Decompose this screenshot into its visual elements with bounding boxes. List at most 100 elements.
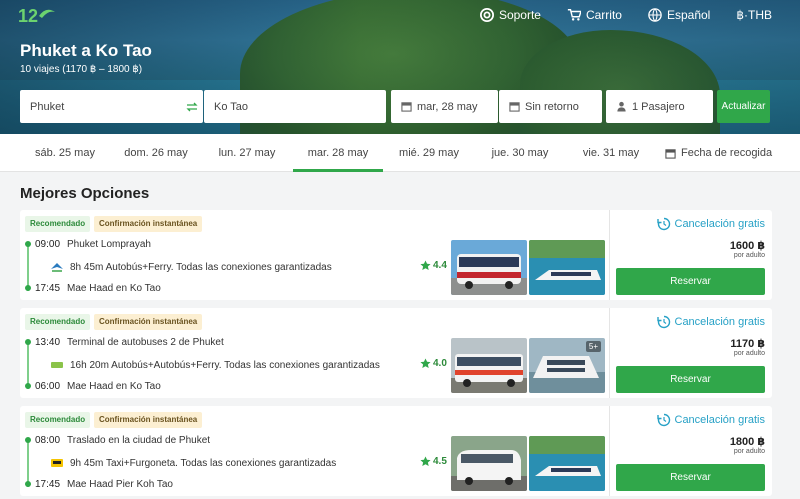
duration: 8h 45m Autobús+Ferry. Todas las conexion… bbox=[50, 261, 332, 273]
timeline-line bbox=[27, 439, 29, 487]
rating: 4.4 bbox=[420, 260, 447, 271]
result-booking: Cancelación gratis 1600 ฿ por adulto Res… bbox=[611, 210, 772, 300]
van-photo[interactable] bbox=[451, 436, 527, 491]
pickup-date-button[interactable]: Fecha de recogida bbox=[665, 134, 772, 172]
date-tab[interactable]: dom. 26 may bbox=[111, 134, 201, 172]
arrive-place: Mae Haad en Ko Tao bbox=[67, 283, 161, 294]
refund-icon bbox=[656, 315, 670, 329]
timeline-line bbox=[27, 243, 29, 291]
date-tab[interactable]: mié. 29 may bbox=[384, 134, 474, 172]
instant-confirmation-badge: Confirmación instantánea bbox=[94, 314, 203, 330]
arrive-time: 17:45 bbox=[35, 479, 61, 490]
duration-text: 16h 20m Autobús+Autobús+Ferry. Todas las… bbox=[70, 359, 380, 371]
result-card: Recomendado Confirmación instantánea 13:… bbox=[20, 308, 772, 398]
pickup-label: Fecha de recogida bbox=[681, 147, 773, 159]
logo-icon[interactable]: 12 bbox=[18, 4, 56, 26]
result-booking: Cancelación gratis 1170 ฿ por adulto Res… bbox=[611, 308, 772, 398]
result-booking: Cancelación gratis 1800 ฿ por adulto Res… bbox=[611, 406, 772, 496]
nav-cart-label: Carrito bbox=[585, 8, 622, 22]
ferry-photo[interactable] bbox=[529, 240, 605, 295]
star-icon bbox=[420, 260, 431, 270]
taxi-icon bbox=[51, 459, 63, 467]
date-value: mar, 28 may bbox=[417, 100, 478, 113]
more-photos-badge[interactable]: 5+ bbox=[585, 341, 601, 352]
free-cancellation[interactable]: Cancelación gratis bbox=[656, 217, 766, 231]
return-input[interactable]: Sin retorno bbox=[499, 90, 602, 123]
recommended-badge: Recomendado bbox=[25, 314, 91, 330]
date-input[interactable]: mar, 28 may bbox=[391, 90, 498, 123]
passengers-value: 1 Pasajero bbox=[632, 100, 685, 113]
update-button[interactable]: Actualizar bbox=[717, 90, 770, 123]
person-icon bbox=[617, 101, 626, 112]
nav-language[interactable]: Español bbox=[648, 8, 710, 22]
per-adult: por adulto bbox=[733, 448, 765, 455]
ferry-photo[interactable]: 5+ bbox=[529, 338, 605, 393]
timeline-start-dot bbox=[25, 241, 31, 247]
arrive-time: 06:00 bbox=[35, 381, 61, 392]
date-tab[interactable]: lun. 27 may bbox=[202, 134, 292, 172]
bus-photo[interactable] bbox=[451, 338, 527, 393]
depart-place: Terminal de autobuses 2 de Phuket bbox=[67, 337, 224, 348]
result-details: Recomendado Confirmación instantánea 08:… bbox=[20, 406, 610, 496]
top-nav: Soporte Carrito Español ฿·THB bbox=[479, 8, 772, 22]
depart-place: Phuket Lomprayah bbox=[67, 239, 151, 250]
arrive-place: Mae Haad Pier Koh Tao bbox=[67, 479, 173, 490]
duration: 9h 45m Taxi+Furgoneta. Todas las conexio… bbox=[50, 457, 336, 469]
rating: 4.0 bbox=[420, 358, 447, 369]
per-adult: por adulto bbox=[733, 350, 765, 357]
nav-currency-label: ฿·THB bbox=[736, 8, 772, 22]
timeline-end-dot bbox=[25, 481, 31, 487]
free-cancellation-label: Cancelación gratis bbox=[674, 218, 766, 230]
nav-cart[interactable]: Carrito bbox=[567, 8, 622, 22]
star-icon bbox=[420, 358, 431, 368]
date-tab-active[interactable]: mar. 28 may bbox=[293, 134, 383, 172]
per-adult: por adulto bbox=[733, 252, 765, 259]
result-details: Recomendado Confirmación instantánea 13:… bbox=[20, 308, 610, 398]
timeline-start-dot bbox=[25, 437, 31, 443]
book-button[interactable]: Reservar bbox=[616, 366, 765, 393]
bus-photo[interactable] bbox=[451, 240, 527, 295]
result-card: Recomendado Confirmación instantánea 09:… bbox=[20, 210, 772, 300]
cart-icon bbox=[567, 9, 581, 21]
from-input[interactable]: Phuket bbox=[20, 90, 203, 123]
instant-confirmation-badge: Confirmación instantánea bbox=[94, 412, 203, 428]
nav-support-label: Soporte bbox=[498, 8, 541, 22]
date-tab[interactable]: jue. 30 may bbox=[475, 134, 565, 172]
nav-currency[interactable]: ฿·THB bbox=[736, 8, 772, 22]
timeline-end-dot bbox=[25, 285, 31, 291]
rating-value: 4.4 bbox=[433, 260, 447, 271]
calendar-icon bbox=[401, 102, 412, 112]
result-details: Recomendado Confirmación instantánea 09:… bbox=[20, 210, 610, 300]
book-button[interactable]: Reservar bbox=[616, 464, 765, 491]
price: 1170 ฿ bbox=[730, 338, 765, 350]
depart-time: 08:00 bbox=[35, 435, 61, 446]
swap-icon[interactable] bbox=[186, 101, 198, 113]
result-card: Recomendado Confirmación instantánea 08:… bbox=[20, 406, 772, 496]
recommended-badge: Recomendado bbox=[25, 412, 91, 428]
depart-place: Traslado en la ciudad de Phuket bbox=[67, 435, 211, 446]
timeline-start-dot bbox=[25, 339, 31, 345]
date-tab[interactable]: vie. 31 may bbox=[566, 134, 656, 172]
rating-value: 4.0 bbox=[433, 358, 447, 369]
return-value: Sin retorno bbox=[525, 100, 579, 113]
duration-text: 9h 45m Taxi+Furgoneta. Todas las conexio… bbox=[70, 457, 337, 469]
nav-support[interactable]: Soporte bbox=[479, 8, 541, 22]
recommended-badge: Recomendado bbox=[25, 216, 91, 232]
passengers-input[interactable]: 1 Pasajero bbox=[606, 90, 713, 123]
refund-icon bbox=[656, 217, 670, 231]
refund-icon bbox=[656, 413, 670, 427]
book-button[interactable]: Reservar bbox=[616, 268, 765, 295]
page-title: Phuket a Ko Tao bbox=[20, 41, 152, 60]
date-tab[interactable]: sáb. 25 may bbox=[20, 134, 110, 172]
free-cancellation-label: Cancelación gratis bbox=[674, 414, 766, 426]
duration-text: 8h 45m Autobús+Ferry. Todas las conexion… bbox=[70, 261, 332, 273]
free-cancellation[interactable]: Cancelación gratis bbox=[656, 315, 765, 329]
timeline-line bbox=[27, 341, 29, 389]
trip-count: 10 viajes (1170 ฿ – 1800 ฿) bbox=[20, 64, 143, 75]
rating-value: 4.5 bbox=[433, 456, 447, 467]
duration: 16h 20m Autobús+Autobús+Ferry. Todas las… bbox=[50, 359, 380, 371]
to-input[interactable]: Ko Tao bbox=[204, 90, 386, 123]
depart-time: 09:00 bbox=[35, 239, 61, 250]
ferry-photo[interactable] bbox=[529, 436, 605, 491]
free-cancellation[interactable]: Cancelación gratis bbox=[656, 413, 766, 427]
